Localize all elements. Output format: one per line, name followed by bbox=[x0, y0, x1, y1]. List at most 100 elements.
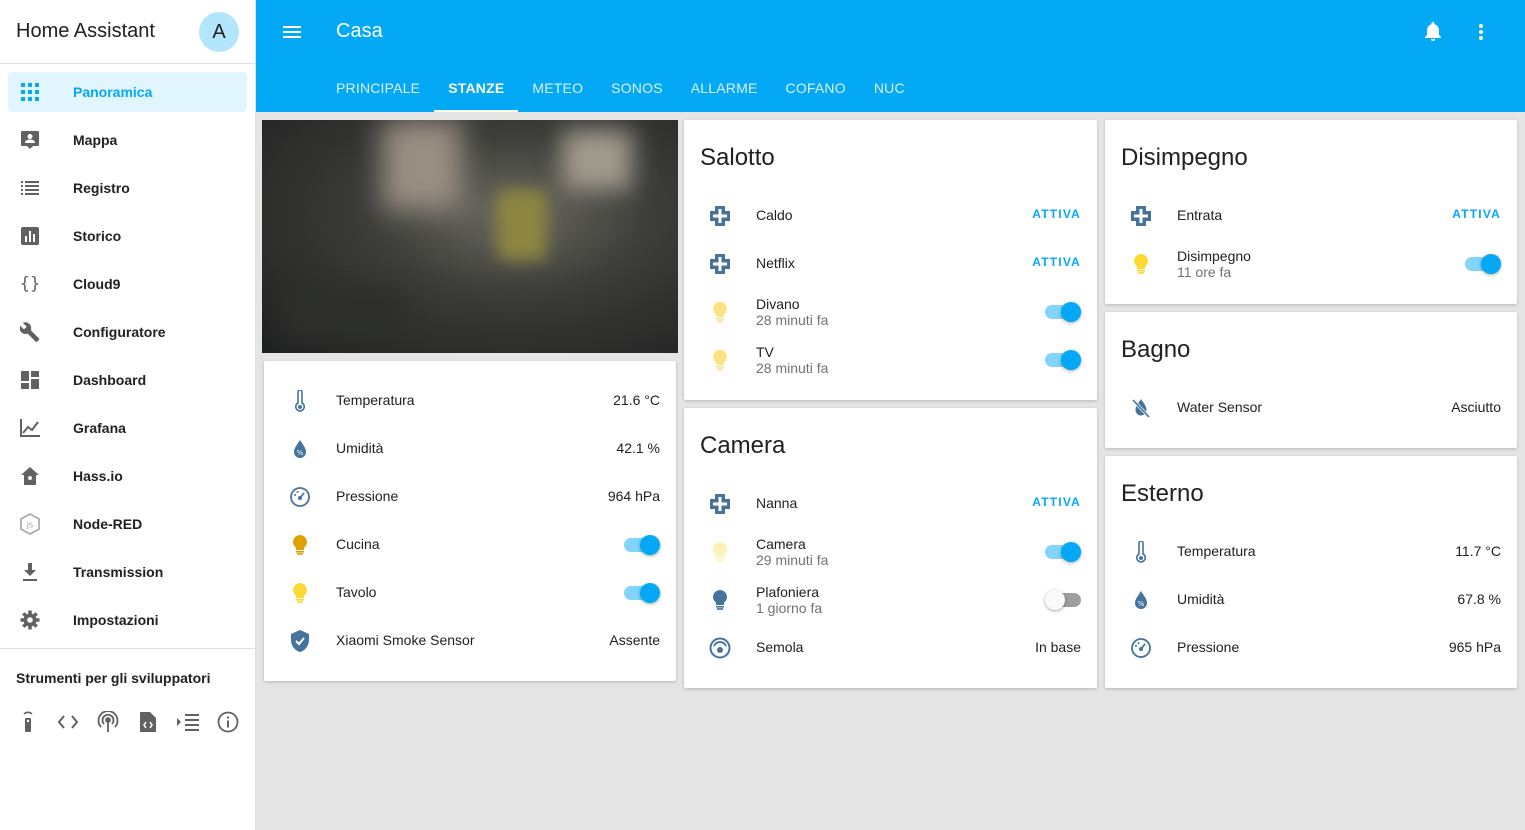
dashboard-icon bbox=[18, 368, 42, 392]
camera-image-area bbox=[562, 130, 632, 190]
sidebar-item-mappa[interactable]: Mappa bbox=[8, 120, 247, 160]
entity-row[interactable]: Divano 28 minuti fa bbox=[684, 288, 1097, 336]
sidebar-item-registro[interactable]: Registro bbox=[8, 168, 247, 208]
entity-last-changed: 28 minuti fa bbox=[756, 360, 829, 376]
code-braces-icon: {} bbox=[19, 274, 41, 294]
file-xml-icon[interactable] bbox=[136, 710, 160, 734]
entity-row[interactable]: Water Sensor Asciutto bbox=[1105, 384, 1517, 432]
activate-button[interactable]: ATTIVA bbox=[1032, 207, 1081, 221]
activate-button[interactable]: ATTIVA bbox=[1032, 495, 1081, 509]
entity-value: 11.7 °C bbox=[1455, 543, 1501, 559]
toggle-switch[interactable] bbox=[1045, 350, 1081, 370]
column-1: Temperatura 21.6 °C % Umidità 42.1 % Pre… bbox=[262, 120, 678, 689]
remote-icon[interactable] bbox=[16, 710, 40, 734]
radio-tower-icon[interactable] bbox=[96, 710, 120, 734]
grid-icon bbox=[18, 80, 42, 104]
activate-button[interactable]: ATTIVA bbox=[1452, 207, 1501, 221]
avatar[interactable]: A bbox=[199, 12, 239, 52]
bell-icon[interactable] bbox=[1421, 20, 1445, 44]
sidebar-item-nodered[interactable]: JS Node-RED bbox=[8, 504, 247, 544]
scene-icon bbox=[708, 252, 732, 276]
entity-row[interactable]: Netflix ATTIVA bbox=[684, 240, 1097, 288]
code-tags-icon[interactable] bbox=[56, 710, 80, 734]
sidebar-item-panoramica[interactable]: Panoramica bbox=[8, 72, 247, 112]
entity-row[interactable]: Pressione 965 hPa bbox=[1105, 624, 1517, 672]
entity-value: 964 hPa bbox=[607, 488, 660, 504]
entity-row[interactable]: % Umidità 67.8 % bbox=[1105, 576, 1517, 624]
camera-feed[interactable] bbox=[262, 120, 678, 353]
menu-icon[interactable] bbox=[280, 20, 304, 44]
entity-value: Assente bbox=[609, 632, 660, 648]
entity-name: Temperatura bbox=[336, 392, 415, 408]
lightbulb-icon bbox=[1129, 252, 1153, 276]
entity-row[interactable]: Caldo ATTIVA bbox=[684, 192, 1097, 240]
activate-button[interactable]: ATTIVA bbox=[1032, 255, 1081, 269]
toggle-switch[interactable] bbox=[624, 535, 660, 555]
format-list-icon[interactable] bbox=[176, 710, 200, 734]
gauge-icon bbox=[288, 485, 312, 509]
sidebar-item-cloud9[interactable]: {} Cloud9 bbox=[8, 264, 247, 304]
toggle-switch[interactable] bbox=[1465, 254, 1501, 274]
entity-name: Divano bbox=[756, 296, 800, 312]
esterno-card: Esterno Temperatura 11.7 °C % Umidità 67… bbox=[1105, 456, 1517, 688]
entity-row[interactable]: Temperatura 11.7 °C bbox=[1105, 528, 1517, 576]
entity-row[interactable]: Camera 29 minuti fa bbox=[684, 528, 1097, 576]
sidebar-item-impostazioni[interactable]: Impostazioni bbox=[8, 600, 247, 640]
chart-box-icon bbox=[18, 224, 42, 248]
sidebar-item-label: Storico bbox=[73, 228, 122, 244]
toggle-switch[interactable] bbox=[1045, 302, 1081, 322]
view-tabs: PRINCIPALE STANZE METEO SONOS ALLARME CO… bbox=[322, 64, 919, 112]
entity-row[interactable]: Entrata ATTIVA bbox=[1105, 192, 1517, 240]
entity-row[interactable]: Cucina bbox=[264, 521, 676, 569]
toggle-switch[interactable] bbox=[624, 583, 660, 603]
svg-text:JS: JS bbox=[26, 522, 34, 530]
info-icon[interactable] bbox=[216, 710, 240, 734]
entity-row[interactable]: Semola In base bbox=[684, 624, 1097, 672]
sidebar-item-label: Impostazioni bbox=[73, 612, 159, 628]
sidebar-item-label: Grafana bbox=[73, 420, 126, 436]
sidebar-item-label: Hass.io bbox=[73, 468, 123, 484]
entity-name: Umidità bbox=[336, 440, 384, 456]
robot-vacuum-icon bbox=[708, 636, 732, 660]
tab-nuc[interactable]: NUC bbox=[860, 64, 919, 112]
scene-icon bbox=[1129, 204, 1153, 228]
toggle-knob bbox=[1061, 350, 1081, 370]
entity-row[interactable]: % Umidità 42.1 % bbox=[264, 425, 676, 473]
tab-cofano[interactable]: COFANO bbox=[772, 64, 860, 112]
entity-row[interactable]: Plafoniera 1 giorno fa bbox=[684, 576, 1097, 624]
entity-row[interactable]: TV 28 minuti fa bbox=[684, 336, 1097, 384]
dev-tools bbox=[16, 710, 256, 734]
sidebar-item-hassio[interactable]: Hass.io bbox=[8, 456, 247, 496]
lightbulb-icon bbox=[708, 348, 732, 372]
entity-name: Plafoniera bbox=[756, 584, 820, 600]
sidebar-item-configuratore[interactable]: Configuratore bbox=[8, 312, 247, 352]
sidebar-item-dashboard[interactable]: Dashboard bbox=[8, 360, 247, 400]
tab-allarme[interactable]: ALLARME bbox=[677, 64, 772, 112]
entity-row[interactable]: Temperatura 21.6 °C bbox=[264, 377, 676, 425]
sidebar-item-storico[interactable]: Storico bbox=[8, 216, 247, 256]
entity-row[interactable]: Tavolo bbox=[264, 569, 676, 617]
entity-row[interactable]: Pressione 964 hPa bbox=[264, 473, 676, 521]
tab-meteo[interactable]: METEO bbox=[518, 64, 597, 112]
more-vert-icon[interactable] bbox=[1469, 20, 1493, 44]
tab-principale[interactable]: PRINCIPALE bbox=[322, 64, 434, 112]
lightbulb-icon bbox=[288, 581, 312, 605]
shield-check-icon bbox=[288, 629, 312, 653]
entity-last-changed: 11 ore fa bbox=[1177, 264, 1232, 280]
toggle-switch[interactable] bbox=[1045, 590, 1081, 610]
entity-row[interactable]: Disimpegno 11 ore fa bbox=[1105, 240, 1517, 288]
camera-room-card: Camera Nanna ATTIVA Camera 29 minuti fa … bbox=[684, 408, 1097, 688]
tab-stanze[interactable]: STANZE bbox=[434, 64, 519, 112]
entity-name: Disimpegno bbox=[1177, 248, 1251, 264]
entity-row[interactable]: Nanna ATTIVA bbox=[684, 480, 1097, 528]
sidebar-item-grafana[interactable]: Grafana bbox=[8, 408, 247, 448]
entity-name: Semola bbox=[756, 639, 804, 655]
sidebar-item-transmission[interactable]: Transmission bbox=[8, 552, 247, 592]
toggle-switch[interactable] bbox=[1045, 542, 1081, 562]
tab-sonos[interactable]: SONOS bbox=[597, 64, 677, 112]
entity-name: Tavolo bbox=[336, 584, 377, 600]
entity-row[interactable]: Xiaomi Smoke Sensor Assente bbox=[264, 617, 676, 665]
map-account-icon bbox=[18, 128, 42, 152]
app-title: Home Assistant bbox=[16, 20, 155, 42]
entity-name: TV bbox=[756, 344, 774, 360]
